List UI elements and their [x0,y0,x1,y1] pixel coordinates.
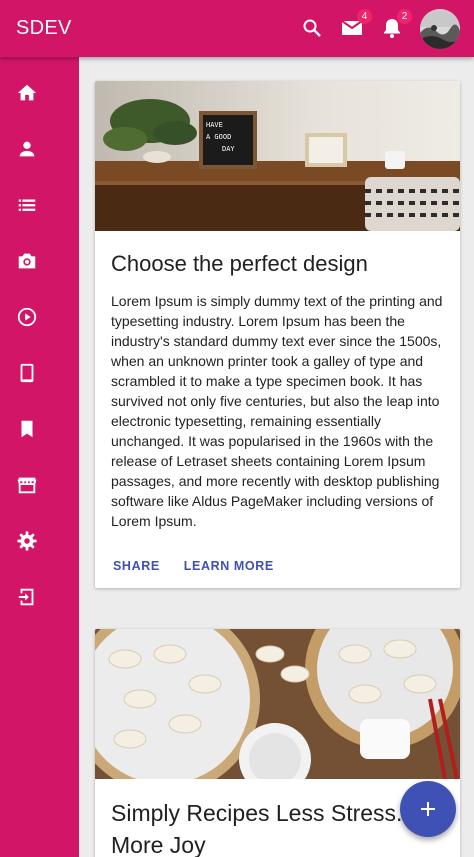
sidebar-item-logout[interactable] [0,569,79,625]
sidebar [0,57,79,857]
sidebar-item-bookmarks[interactable] [0,401,79,457]
sidebar-item-video[interactable] [0,289,79,345]
card: HAVE A GOOD DAY Choose the perfect desig… [95,81,460,588]
app-bar: SDEV 4 2 [0,0,474,57]
notification-count-badge: 2 [397,9,412,24]
notifications-button[interactable]: 2 [380,9,412,40]
sign-line: DAY [222,145,235,153]
card-image-dumplings [95,629,460,779]
card-image-desk: HAVE A GOOD DAY [95,81,460,231]
mail-count-badge: 4 [357,9,372,24]
learn-more-button[interactable]: LEARN MORE [174,551,284,581]
settings-icon [17,531,37,551]
add-fab-button[interactable] [400,781,456,837]
card-title: Choose the perfect design [111,251,368,276]
card-title-line: Simply Recipes Less Stress. [111,800,403,826]
letter-board-sign: HAVE A GOOD DAY [203,119,253,155]
main-content: HAVE A GOOD DAY Choose the perfect desig… [79,57,474,857]
sidebar-item-home[interactable] [0,65,79,121]
sidebar-item-camera[interactable] [0,233,79,289]
store-icon [17,477,37,494]
sidebar-item-list[interactable] [0,177,79,233]
plus-icon [421,802,435,816]
avatar[interactable] [420,9,460,49]
share-button[interactable]: SHARE [103,551,170,581]
list-icon [18,199,36,211]
home-icon [17,84,37,101]
tablet-icon [20,363,34,383]
bookmark-icon [21,420,33,438]
mail-button[interactable]: 4 [340,9,372,40]
sidebar-item-store[interactable] [0,457,79,513]
card-title-line: More Joy [111,832,206,857]
sidebar-item-settings[interactable] [0,513,79,569]
card-body: Lorem Ipsum is simply dummy text of the … [111,293,443,529]
search-icon[interactable] [300,16,324,40]
camera-icon [18,253,36,269]
logout-icon [18,588,34,606]
brand-title[interactable]: SDEV [16,17,72,40]
sidebar-item-tablet[interactable] [0,345,79,401]
sign-line: HAVE [206,121,223,129]
sign-line: A GOOD [206,133,232,141]
person-icon [19,141,35,157]
sidebar-item-profile[interactable] [0,121,79,177]
card-actions: SHARE LEARN MORE [95,551,460,581]
play-circle-icon [17,307,37,327]
